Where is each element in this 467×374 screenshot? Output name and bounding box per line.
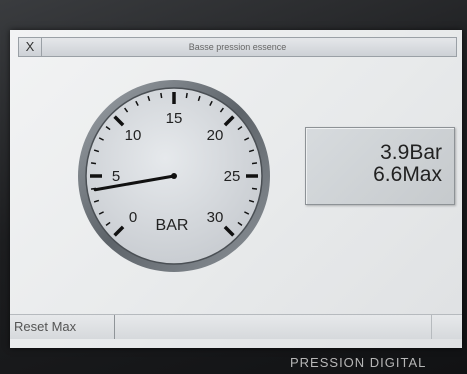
gauge-tick-label: 5 xyxy=(112,168,120,185)
gauge-tick-label: 15 xyxy=(166,110,183,127)
gauge-tick-label: 20 xyxy=(207,127,224,144)
gauge-tick-label: 0 xyxy=(129,209,137,226)
gauge-minor-tick xyxy=(251,162,258,165)
current-pressure-value: 3.9Bar xyxy=(380,141,442,164)
window-title: Basse pression essence xyxy=(188,42,287,52)
pressure-readout: 3.9Bar 6.6Max xyxy=(305,127,455,205)
gauge-minor-tick xyxy=(185,92,188,99)
gauge-tick-label: 25 xyxy=(224,168,241,185)
gauge-tick-label: 10 xyxy=(125,127,142,144)
reset-max-button[interactable]: Reset Max xyxy=(10,315,115,339)
gauge-minor-tick xyxy=(160,92,163,99)
gauge-tick-label: 30 xyxy=(207,209,224,226)
gauge-minor-tick xyxy=(251,187,258,190)
gauge-minor-tick xyxy=(90,162,97,165)
bottom-toolbar: Reset Max xyxy=(10,314,462,339)
max-pressure-value: 6.6Max xyxy=(373,163,442,186)
gauge-unit-label: BAR xyxy=(156,217,189,234)
window-titlebar: X Basse pression essence xyxy=(18,37,457,57)
device-brand-text: PRESSION DIGITAL xyxy=(290,355,427,370)
pressure-gauge: 0 5 10 15 20 25 30 BAR xyxy=(78,80,270,272)
toolbar-segment xyxy=(431,315,462,339)
needle-hub xyxy=(171,173,177,179)
